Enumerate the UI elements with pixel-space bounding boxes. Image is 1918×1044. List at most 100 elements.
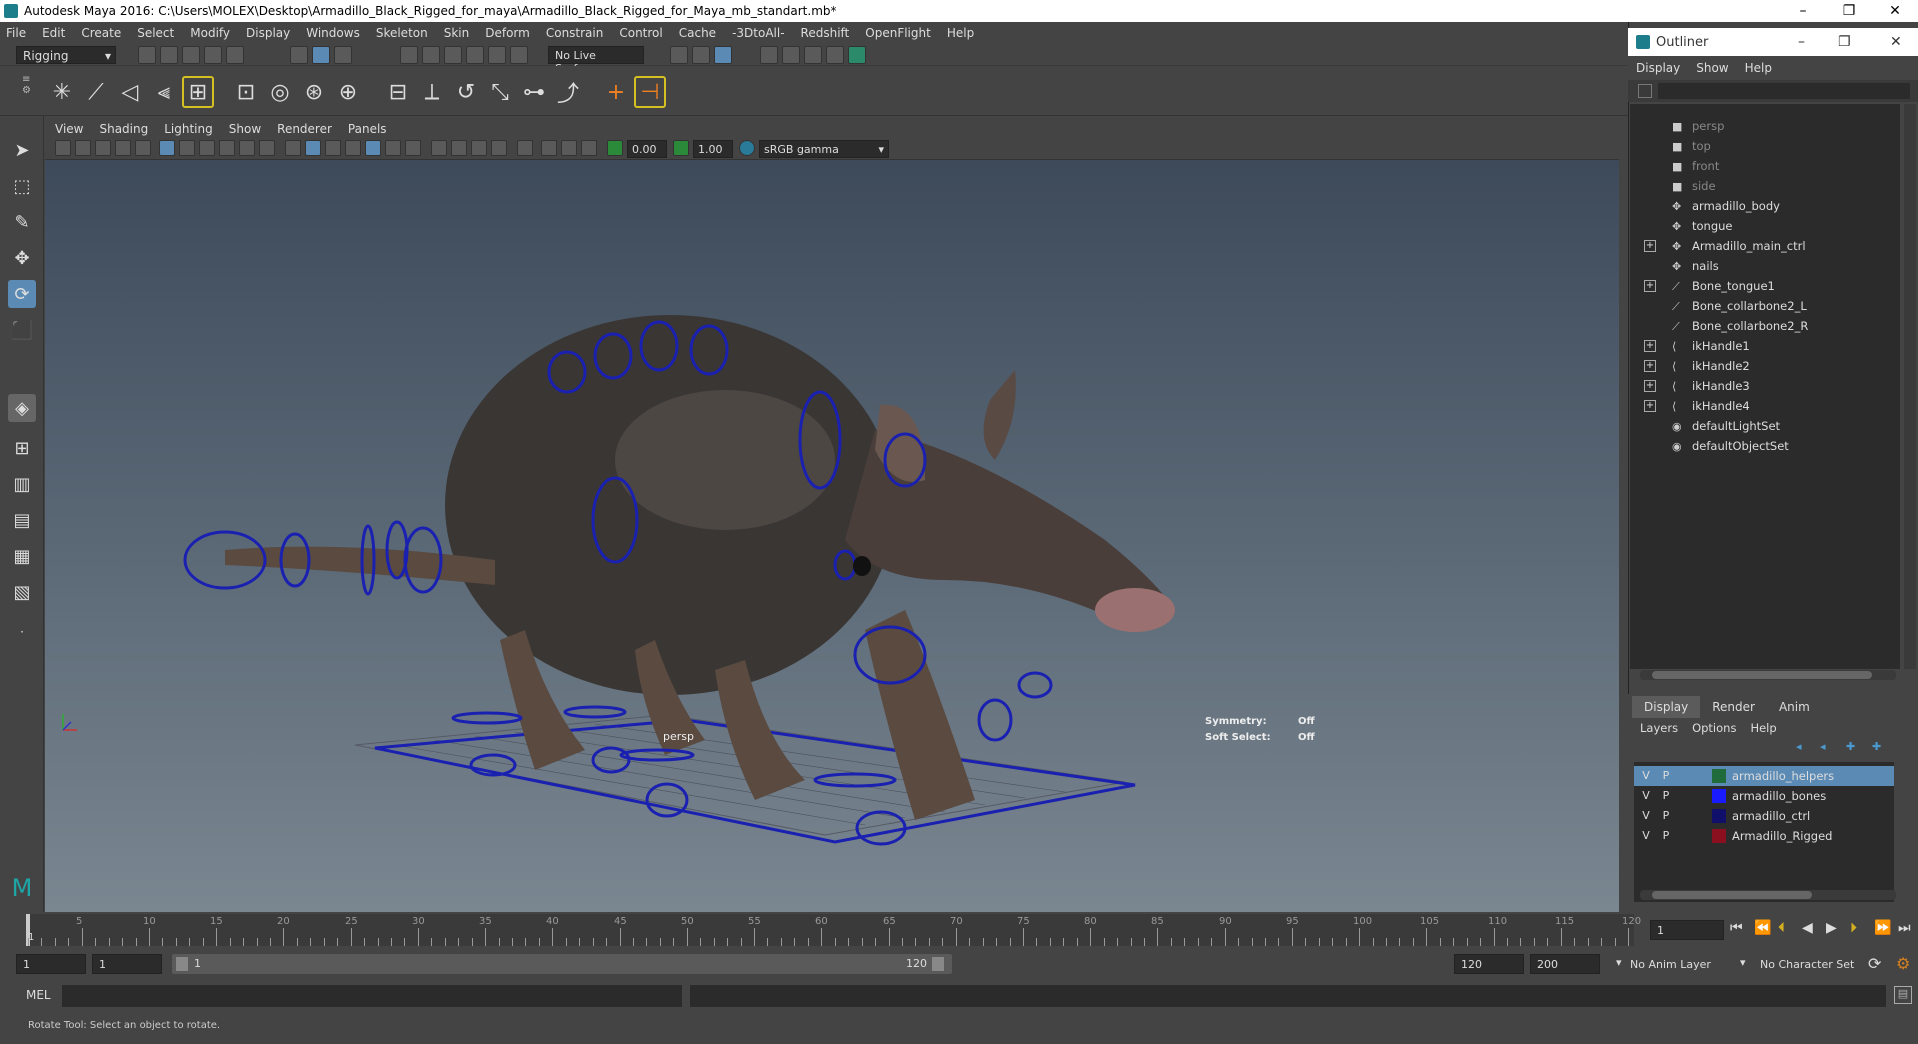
layer-color-swatch[interactable]	[1712, 769, 1726, 783]
xray-joints-icon[interactable]	[561, 140, 577, 156]
layer-playback-toggle[interactable]: P	[1658, 788, 1674, 804]
outliner-item[interactable]: ■ persp	[1630, 116, 1900, 136]
save-scene-icon[interactable]	[182, 46, 200, 64]
layer-display-type-toggle[interactable]	[1678, 768, 1694, 784]
vp-menu-show[interactable]: Show	[229, 122, 261, 136]
chevron-down-icon[interactable]: ▾	[1740, 956, 1746, 969]
xray-icon[interactable]	[541, 140, 557, 156]
smooth-shade-icon[interactable]	[305, 140, 321, 156]
exposure-icon[interactable]	[607, 140, 623, 156]
cluster-icon[interactable]: ⊣	[634, 76, 666, 108]
play-back-icon[interactable]: ◀	[1802, 920, 1813, 936]
open-scene-icon[interactable]	[160, 46, 178, 64]
orient-joint-icon[interactable]: ⫷	[148, 76, 180, 108]
snap-surface-icon[interactable]	[488, 46, 506, 64]
vp-menu-view[interactable]: View	[55, 122, 83, 136]
field-chart-icon[interactable]	[239, 140, 255, 156]
ik-spline-icon[interactable]: ⊡	[230, 76, 262, 108]
expand-icon[interactable]: +	[1644, 360, 1656, 372]
tab-anim[interactable]: Anim	[1767, 696, 1822, 718]
render-current-icon[interactable]	[782, 46, 800, 64]
menu-3dtoall[interactable]: -3DtoAll-	[732, 26, 784, 40]
aim-constraint-icon[interactable]: ⟂	[416, 76, 448, 108]
shelf-menu-icon[interactable]: ≡ ⚙	[22, 74, 32, 108]
select-hierarchy-icon[interactable]	[290, 46, 308, 64]
layer-visibility-toggle[interactable]: V	[1638, 808, 1654, 824]
menu-openflight[interactable]: OpenFlight	[865, 26, 931, 40]
undo-icon[interactable]	[204, 46, 222, 64]
colorspace-dropdown[interactable]: sRGB gamma ▾	[759, 140, 889, 158]
outliner-item[interactable]: + ⟨ ikHandle3	[1630, 376, 1900, 396]
outliner-item[interactable]: + ⟋ Bone_tongue1	[1630, 276, 1900, 296]
pole-vector-icon[interactable]: ⤴	[552, 76, 584, 108]
play-forward-icon[interactable]: ▶	[1826, 920, 1837, 936]
filter-icon[interactable]	[1638, 84, 1652, 98]
menu-redshift[interactable]: Redshift	[801, 26, 850, 40]
auto-key-icon[interactable]: ⚙	[1896, 954, 1910, 973]
snap-point-icon[interactable]	[444, 46, 462, 64]
menu-display[interactable]: Display	[246, 26, 290, 40]
default-material-icon[interactable]	[325, 140, 341, 156]
menu-file[interactable]: File	[6, 26, 26, 40]
step-back-frame-icon[interactable]: ⏴	[1778, 920, 1785, 936]
paint-weights-icon[interactable]: ⊕	[332, 76, 364, 108]
rotate-tool-icon[interactable]: ⟳	[8, 280, 36, 308]
snap-view-icon[interactable]	[466, 46, 484, 64]
go-to-end-icon[interactable]: ⏭	[1898, 920, 1911, 936]
layer-visibility-toggle[interactable]: V	[1638, 768, 1654, 784]
move-layer-down-icon[interactable]: ◂	[1820, 740, 1826, 753]
layer-menu-options[interactable]: Options	[1692, 721, 1736, 735]
move-tool-icon[interactable]: ✥	[8, 244, 36, 272]
layer-playback-toggle[interactable]: P	[1658, 768, 1674, 784]
gamma-icon[interactable]	[673, 140, 689, 156]
layer-playback-toggle[interactable]: P	[1658, 828, 1674, 844]
layer-playback-toggle[interactable]: P	[1658, 808, 1674, 824]
new-layer-selected-icon[interactable]: ✚	[1872, 740, 1881, 753]
more-layouts-icon[interactable]: ·	[8, 618, 36, 646]
menu-skeleton[interactable]: Skeleton	[376, 26, 428, 40]
expand-icon[interactable]: +	[1644, 380, 1656, 392]
new-layer-icon[interactable]: ✚	[1846, 740, 1855, 753]
mirror-joint-icon[interactable]: ◁	[114, 76, 146, 108]
vp-menu-shading[interactable]: Shading	[99, 122, 148, 136]
paint-select-tool-icon[interactable]: ✎	[8, 208, 36, 236]
restore-button[interactable]: ❐	[1838, 34, 1851, 50]
live-surface-field[interactable]: No Live Surface	[548, 46, 644, 75]
snap-curve-icon[interactable]	[422, 46, 440, 64]
outliner-item[interactable]: ■ top	[1630, 136, 1900, 156]
outliner-item[interactable]: ✥ nails	[1630, 256, 1900, 276]
playback-end-field[interactable]: 120	[1454, 954, 1524, 974]
ambient-occlusion-icon[interactable]	[431, 140, 447, 156]
menu-edit[interactable]: Edit	[42, 26, 65, 40]
outliner-item[interactable]: ■ front	[1630, 156, 1900, 176]
tab-render[interactable]: Render	[1700, 696, 1767, 718]
command-input[interactable]	[62, 985, 682, 1007]
smooth-bind-icon[interactable]: ⊛	[298, 76, 330, 108]
joint-tool-icon[interactable]: ✳	[46, 76, 78, 108]
range-slider[interactable]: 1 120	[172, 954, 952, 974]
select-component-icon[interactable]	[334, 46, 352, 64]
layer-menu-help[interactable]: Help	[1750, 721, 1776, 735]
outliner-hscroll-thumb[interactable]	[1652, 671, 1872, 679]
script-lang-label[interactable]: MEL	[26, 988, 51, 1002]
outliner-menu-show[interactable]: Show	[1696, 61, 1728, 75]
range-start-handle[interactable]	[176, 957, 188, 971]
timeline-track[interactable]: 1 5 10 15 20 25 30 35 40 45 50 55 60 65 70 75 80 85 90 95 1…	[26, 914, 1641, 946]
outliner-item[interactable]: + ⟨ ikHandle4	[1630, 396, 1900, 416]
chevron-down-icon[interactable]: ▾	[1616, 956, 1622, 969]
menu-help[interactable]: Help	[947, 26, 974, 40]
step-forward-frame-icon[interactable]: ⏵	[1850, 920, 1857, 936]
menu-deform[interactable]: Deform	[485, 26, 530, 40]
layer-color-swatch[interactable]	[1712, 829, 1726, 843]
input-ops-icon[interactable]	[670, 46, 688, 64]
ipr-render-icon[interactable]	[804, 46, 822, 64]
locator-icon[interactable]: +	[600, 76, 632, 108]
step-back-key-icon[interactable]: ⏪	[1754, 920, 1771, 936]
layer-visibility-toggle[interactable]: V	[1638, 788, 1654, 804]
snap-grid-icon[interactable]	[400, 46, 418, 64]
lasso-tool-icon[interactable]: ⬚	[8, 172, 36, 200]
persp-graph-icon[interactable]: ▤	[8, 506, 36, 534]
outliner-item[interactable]: + ✥ Armadillo_main_ctrl	[1630, 236, 1900, 256]
hypershade-icon[interactable]	[848, 46, 866, 64]
anim-end-field[interactable]: 200	[1530, 954, 1600, 974]
